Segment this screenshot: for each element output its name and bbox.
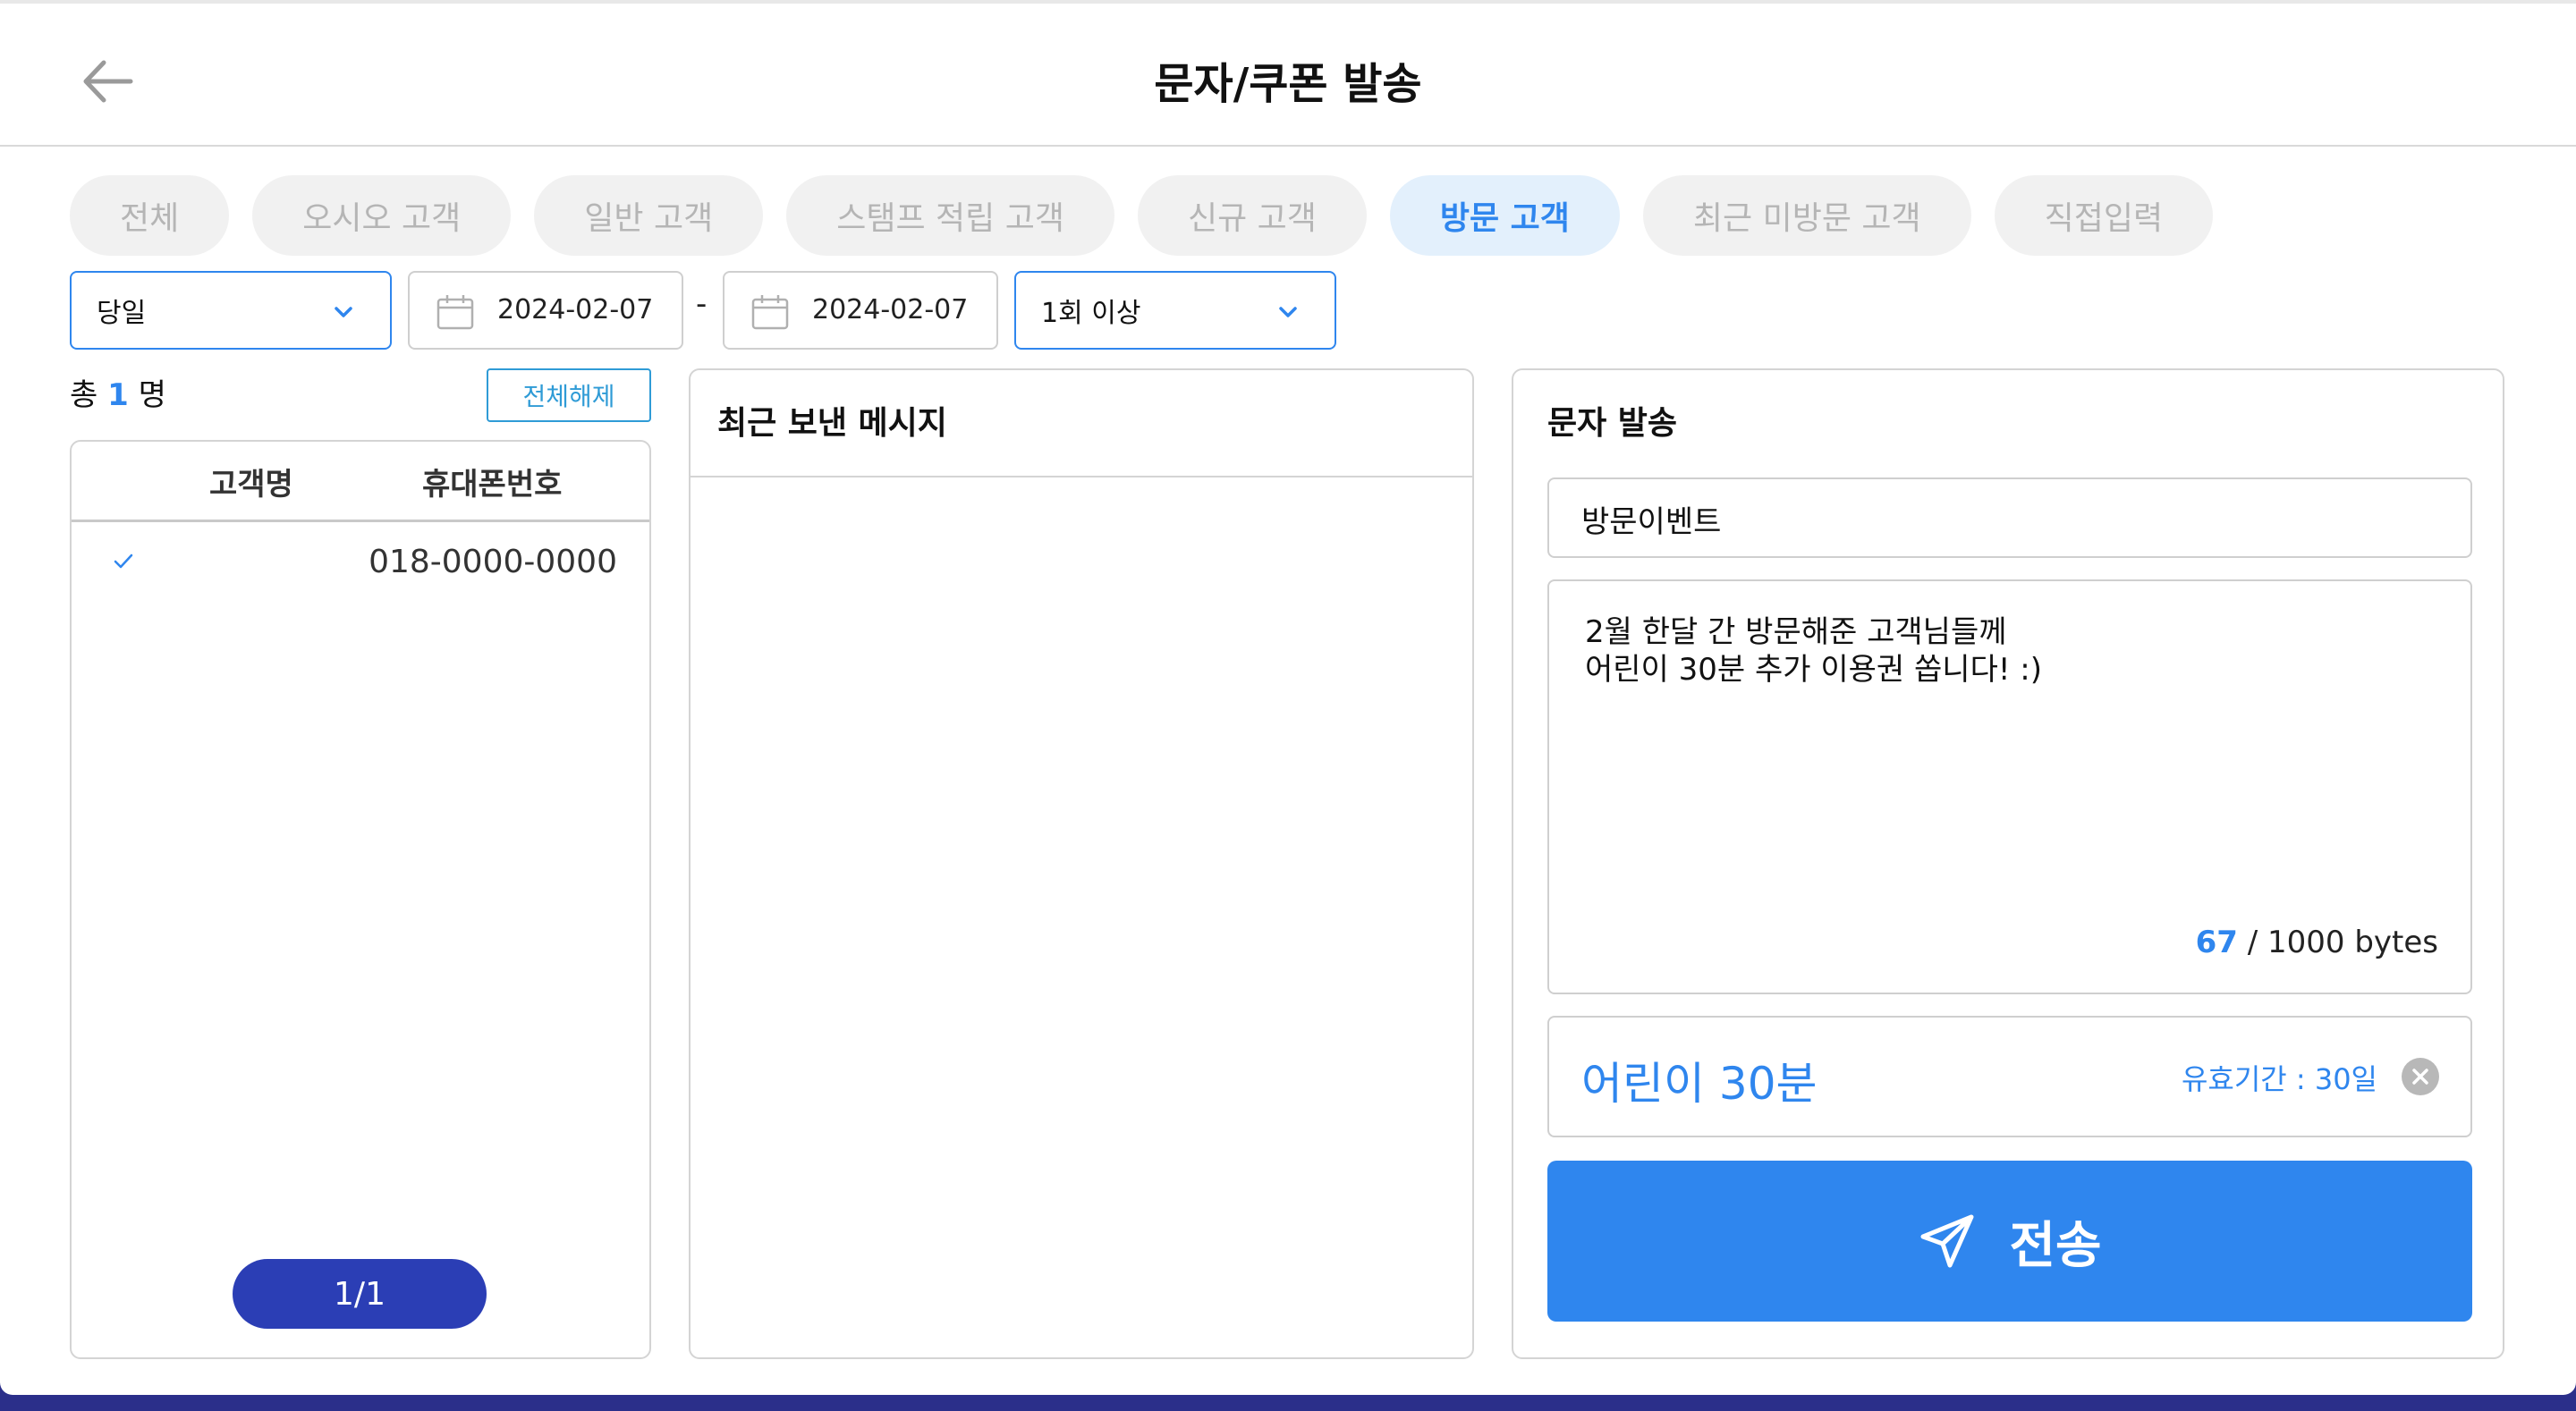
visit-count-select[interactable]: 1회 이상 — [1014, 271, 1336, 350]
bytes-used: 67 — [2195, 925, 2238, 960]
recent-messages-panel: 최근 보낸 메시지 — [689, 368, 1474, 1359]
tab-direct-input[interactable]: 직접입력 — [1994, 175, 2214, 256]
calendar-icon — [751, 295, 789, 330]
clear-all-button[interactable]: 전체해제 — [487, 368, 651, 422]
message-body-textarea[interactable]: 2월 한달 간 방문해준 고객님들께 어린이 30분 추가 이용권 쏩니다! :… — [1547, 579, 2472, 994]
header: 문자/쿠폰 발송 — [0, 4, 2576, 147]
total-count-value: 1 — [107, 377, 129, 413]
end-date-field[interactable]: 2024-02-07 — [723, 271, 998, 350]
recent-messages-title: 최근 보낸 메시지 — [691, 370, 1472, 477]
tab-visit-customers[interactable]: 방문 고객 — [1389, 175, 1620, 256]
end-date-value: 2024-02-07 — [812, 294, 969, 325]
start-date-field[interactable]: 2024-02-07 — [408, 271, 683, 350]
customer-list-header: 고객명 휴대폰번호 — [72, 442, 649, 522]
sms-compose-title: 문자 발송 — [1547, 405, 1678, 442]
tab-all[interactable]: 전체 — [70, 175, 230, 256]
send-button[interactable]: 전송 — [1547, 1161, 2472, 1322]
send-button-label: 전송 — [2009, 1216, 2102, 1275]
period-select-value: 당일 — [97, 298, 147, 329]
tab-new-customers[interactable]: 신규 고객 — [1137, 175, 1367, 256]
chevron-down-icon — [335, 307, 352, 317]
coupon-validity: 유효기간 : 30일 — [2181, 1062, 2377, 1096]
byte-counter: 67 / 1000 bytes — [2196, 925, 2438, 960]
total-prefix: 총 — [70, 377, 98, 413]
subject-input[interactable]: 방문이벤트 — [1547, 477, 2472, 558]
visit-count-value: 1회 이상 — [1041, 298, 1141, 329]
column-header-name: 고객명 — [209, 467, 293, 503]
coupon-name: 어린이 30분 — [1581, 1058, 1818, 1110]
chevron-down-icon — [1279, 307, 1297, 317]
customer-phone: 018-0000-0000 — [369, 544, 617, 580]
page-title: 문자/쿠폰 발송 — [1154, 59, 1422, 109]
start-date-value: 2024-02-07 — [497, 294, 654, 325]
message-body-text: 2월 한달 간 방문해준 고객님들께 어린이 30분 추가 이용권 쏩니다! :… — [1585, 614, 2043, 688]
tab-general-customers[interactable]: 일반 고객 — [534, 175, 764, 256]
calendar-icon — [436, 295, 474, 330]
tab-stamp-customers[interactable]: 스탬프 적립 고객 — [786, 175, 1114, 256]
app-window: 문자/쿠폰 발송 전체 오시오 고객 일반 고객 스탬프 적립 고객 신규 고객… — [0, 0, 2576, 1395]
sms-compose-panel: 문자 발송 방문이벤트 2월 한달 간 방문해준 고객님들께 어린이 30분 추… — [1512, 368, 2504, 1359]
attached-coupon: 어린이 30분 유효기간 : 30일 — [1547, 1016, 2472, 1137]
remove-coupon-icon[interactable] — [2401, 1057, 2440, 1096]
table-row[interactable]: 018-0000-0000 — [72, 524, 649, 596]
tab-osio-customers[interactable]: 오시오 고객 — [252, 175, 512, 256]
pagination-indicator[interactable]: 1/1 — [233, 1259, 487, 1329]
bytes-limit: / 1000 bytes — [2247, 925, 2438, 960]
customer-tabs: 전체 오시오 고객 일반 고객 스탬프 적립 고객 신규 고객 방문 고객 최근… — [70, 175, 2214, 256]
total-suffix: 명 — [138, 377, 166, 413]
paper-plane-icon — [1920, 1214, 1974, 1268]
total-count: 총 1 명 — [70, 370, 166, 414]
tab-recent-absent-customers[interactable]: 최근 미방문 고객 — [1642, 175, 1971, 256]
column-header-phone: 휴대폰번호 — [422, 467, 563, 503]
period-select[interactable]: 당일 — [70, 271, 392, 350]
customer-list-panel: 고객명 휴대폰번호 018-0000-0000 1/1 — [70, 440, 651, 1359]
checkmark-icon[interactable] — [111, 549, 136, 574]
date-range-separator: - — [696, 286, 708, 322]
